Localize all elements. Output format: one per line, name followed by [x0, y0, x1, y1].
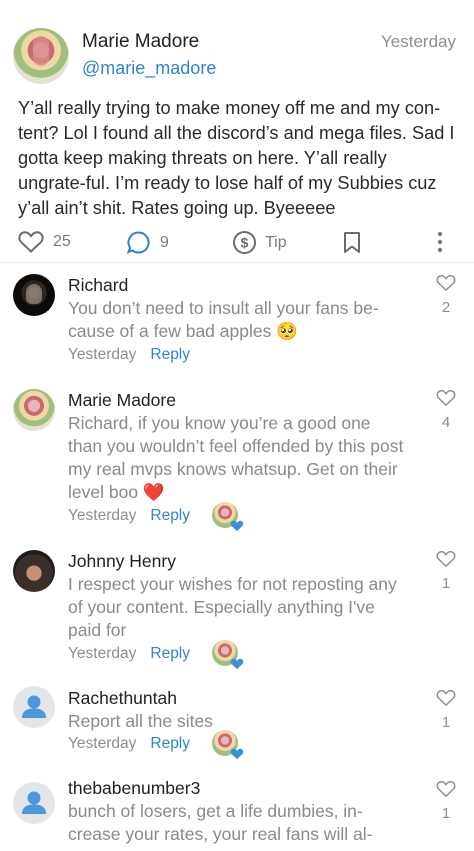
reply-button[interactable]: Reply [150, 507, 190, 524]
comment-count: 9 [160, 233, 169, 251]
comment-text: bunch of losers, get a life dumbies, in-… [68, 801, 373, 844]
default-user-icon [22, 791, 46, 814]
post-time: Yesterday [381, 32, 456, 51]
comment-like-count: 2 [441, 299, 451, 316]
heart-outline-icon [436, 689, 456, 707]
comment-meta: Yesterday Reply [68, 507, 190, 525]
comment-like-button[interactable]: 1 [436, 689, 456, 731]
avatar[interactable] [13, 686, 55, 728]
comment-text: Richard, if you know you’re a good one t… [68, 413, 404, 502]
post-text: Y’all really trying to make money off me… [18, 98, 455, 218]
heart-outline-icon [436, 550, 456, 568]
more-options-button[interactable] [436, 231, 444, 253]
comment-author[interactable]: Rachethuntah [68, 688, 177, 709]
comment-bubble-icon [126, 231, 150, 254]
comment-like-button[interactable]: 2 [436, 274, 456, 316]
reply-button[interactable]: Reply [150, 645, 190, 662]
divider [0, 262, 474, 263]
comment-time: Yesterday [68, 507, 137, 524]
comments-button[interactable]: 9 [126, 230, 169, 255]
heart-outline-icon [436, 780, 456, 798]
comment-author[interactable]: Johnny Henry [68, 551, 176, 572]
comment-like-count: 4 [441, 414, 451, 431]
heart-filled-icon [230, 658, 244, 670]
tip-label: Tip [265, 233, 287, 251]
comment-text: I respect your wishes for not reposting … [68, 574, 397, 640]
bookmark-icon [344, 232, 360, 253]
vertical-dots-icon [437, 231, 443, 253]
avatar[interactable] [13, 389, 55, 431]
author-avatar[interactable] [13, 28, 69, 84]
comment-like-button[interactable]: 4 [436, 389, 456, 431]
avatar[interactable] [13, 550, 55, 592]
author-name[interactable]: Marie Madore [82, 31, 199, 53]
comment-like-button[interactable]: 1 [436, 550, 456, 592]
heart-filled-icon [230, 748, 244, 760]
comment-like-count: 1 [441, 714, 451, 731]
comment-like-count: 1 [441, 805, 451, 822]
heart-outline-icon [18, 231, 44, 253]
author-handle[interactable]: @marie_madore [82, 58, 216, 79]
comment-text: Report all the sites [68, 711, 213, 731]
comment-like-button[interactable]: 1 [436, 780, 456, 822]
heart-outline-icon [436, 274, 456, 292]
post-actions: 25 9 $ Tip [0, 228, 474, 258]
avatar[interactable] [13, 782, 55, 824]
comment-like-count: 1 [441, 575, 451, 592]
avatar[interactable] [13, 274, 55, 316]
heart-outline-icon [436, 389, 456, 407]
comment-meta: Yesterday Reply [68, 735, 190, 753]
svg-text:$: $ [241, 235, 249, 251]
comment-time: Yesterday [68, 346, 137, 363]
like-count: 25 [53, 233, 71, 250]
comment-time: Yesterday [68, 735, 137, 752]
comment-author[interactable]: Richard [68, 275, 128, 296]
dollar-circle-icon: $ [233, 231, 256, 254]
comment-time: Yesterday [68, 645, 137, 662]
reply-button[interactable]: Reply [150, 346, 190, 363]
heart-filled-icon [230, 520, 244, 532]
comment-meta: Yesterday Reply [68, 346, 190, 364]
bookmark-button[interactable] [342, 231, 362, 254]
comment-text: You don’t need to insult all your fans b… [68, 298, 379, 341]
comment-meta: Yesterday Reply [68, 645, 190, 663]
like-button[interactable]: 25 [18, 230, 71, 254]
default-user-icon [22, 695, 46, 718]
comment-author[interactable]: Marie Madore [68, 390, 176, 411]
tip-button[interactable]: $ Tip [232, 230, 287, 255]
comment-author[interactable]: thebabenumber3 [68, 778, 200, 799]
reply-button[interactable]: Reply [150, 735, 190, 752]
